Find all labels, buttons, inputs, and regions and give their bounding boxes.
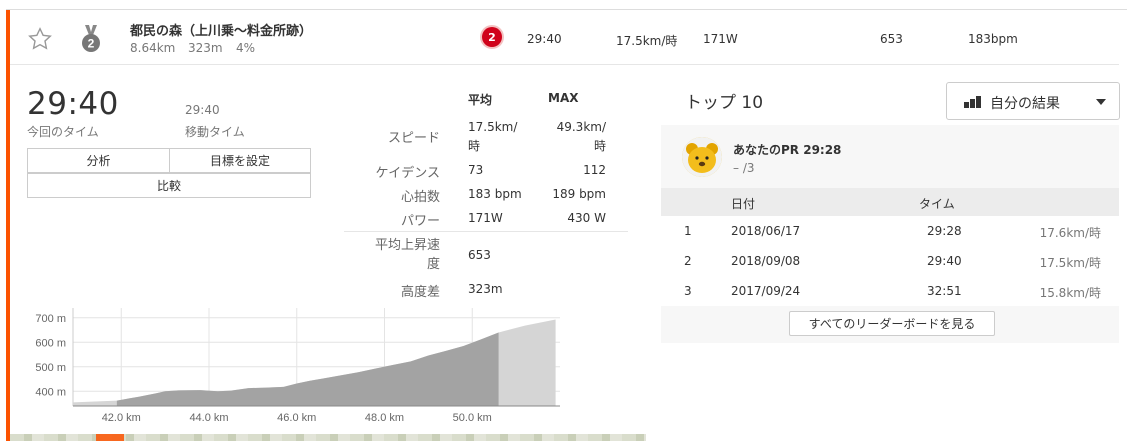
y-tick-label: 400 m [35, 386, 66, 398]
row-speed: 17.5km/時 [1039, 256, 1101, 270]
segment-distance: 8.64km [130, 41, 176, 55]
silver-medal-icon: 2 [82, 25, 100, 52]
leaderboard-row[interactable]: 2 2018/09/08 29:40 17.5km/時 [661, 246, 1119, 276]
cadence-max: 112 [583, 163, 606, 177]
row-rank: 2 [684, 254, 692, 268]
svg-text:2: 2 [88, 37, 95, 51]
elevation-value: 323m [468, 282, 503, 296]
row-rank: 3 [684, 284, 692, 298]
leaderboard-row[interactable]: 3 2017/09/24 32:51 15.8km/時 [661, 276, 1119, 306]
leaderboard-filter-dropdown[interactable]: 自分の結果 [946, 82, 1120, 120]
row-date[interactable]: 2018/09/08 [731, 254, 800, 268]
compare-button[interactable]: 比較 [27, 173, 311, 198]
x-tick-label: 48.0 km [365, 412, 404, 424]
filter-label: 自分の結果 [990, 96, 1060, 112]
pr-rank: – /3 [733, 161, 755, 175]
moving-time-label: 移動タイム [185, 125, 245, 139]
segment-speed: 17.5km/時 [616, 34, 678, 48]
row-rank: 1 [684, 224, 692, 238]
stats-divider [344, 231, 628, 232]
elevation-label: 高度差 [400, 285, 440, 300]
y-tick-label: 500 m [35, 362, 66, 374]
x-tick-label: 42.0 km [102, 412, 141, 424]
speed-label: スピード [387, 131, 440, 146]
bear-avatar-icon [682, 137, 722, 177]
cadence-avg: 73 [468, 163, 484, 177]
vam-value: 653 [468, 248, 491, 262]
row-date[interactable]: 2018/06/17 [731, 224, 800, 238]
segment-time: 29:40 [527, 32, 562, 46]
row-time: 29:28 [927, 224, 962, 238]
selected-accent-bar [6, 10, 10, 441]
segment-area [116, 332, 499, 406]
segment-elevation: 323m [188, 41, 223, 55]
heartrate-max: 189 bpm [552, 187, 606, 201]
heartrate-label: 心拍数 [400, 190, 440, 205]
pr-label: あなたのPR 29:28 [733, 143, 842, 157]
star-icon[interactable] [27, 26, 53, 52]
elapsed-time-label: 今回のタイム [27, 125, 99, 139]
x-tick-label: 50.0 km [453, 412, 492, 424]
row-date[interactable]: 2017/09/24 [731, 284, 800, 298]
segment-vam: 653 [880, 32, 903, 46]
y-tick-label: 600 m [35, 337, 66, 349]
row-speed: 15.8km/時 [1039, 286, 1101, 300]
leaderboard-title: トップ 10 [685, 93, 764, 113]
elevation-profile-chart[interactable]: 700 m 600 m 500 m 400 m 42.0 km 44.0 km 46.0 k… [20, 300, 580, 432]
y-tick-label: 700 m [35, 313, 66, 325]
power-label: パワー [400, 214, 440, 229]
top-border [6, 9, 1127, 10]
analyze-button[interactable]: 分析 [27, 148, 170, 173]
view-full-leaderboard-button[interactable]: すべてのリーダーボードを見る [789, 311, 995, 336]
leaderboard-header: 日付 タイム [661, 188, 1119, 216]
set-goal-button[interactable]: 目標を設定 [169, 148, 311, 173]
segment-grade: 4% [236, 41, 256, 55]
avg-header: 平均 [468, 93, 493, 107]
heartrate-avg: 183 bpm [468, 187, 522, 201]
leaderboard-row[interactable]: 1 2018/06/17 29:28 17.6km/時 [661, 216, 1119, 246]
speed-max: 49.3km/ 時 [556, 120, 606, 153]
segment-power: 171W [703, 32, 738, 46]
segment-name[interactable]: 都民の森（上川乗〜料金所跡） [130, 20, 312, 39]
x-tick-label: 46.0 km [277, 412, 316, 424]
x-tick-label: 44.0 km [189, 412, 228, 424]
row-speed: 17.6km/時 [1039, 226, 1101, 240]
elapsed-time: 29:40 [27, 86, 119, 122]
chevron-down-icon [1096, 99, 1106, 105]
col-date: 日付 [731, 197, 756, 211]
row-time: 29:40 [927, 254, 962, 268]
bar-chart-icon [964, 96, 981, 108]
avatar[interactable] [682, 137, 722, 177]
row-time: 32:51 [927, 284, 962, 298]
rank-badge: 2 [482, 27, 502, 47]
cadence-label: ケイデンス [375, 166, 440, 181]
header-separator [10, 64, 1119, 65]
segment-heartrate: 183bpm [968, 32, 1018, 46]
max-header: MAX [548, 91, 579, 105]
map-route-line [96, 434, 124, 441]
speed-avg: 17.5km/ 時 [468, 120, 518, 153]
power-avg: 171W [468, 211, 503, 225]
col-time: タイム [919, 197, 955, 211]
moving-time: 29:40 [185, 103, 220, 117]
power-max: 430 W [567, 211, 606, 225]
vam-label: 平均上昇速 度 [374, 238, 440, 272]
